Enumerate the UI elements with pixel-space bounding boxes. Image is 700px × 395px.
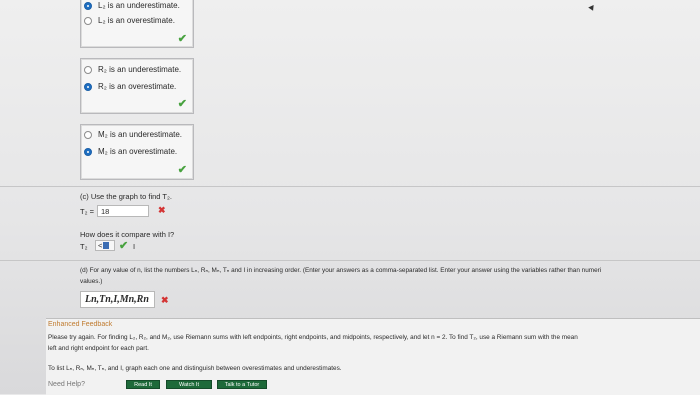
order-answer-input[interactable]: Ln,Tn,I,Mn,Rn bbox=[80, 291, 155, 308]
check-icon: ✔ bbox=[119, 240, 129, 252]
dropdown-icon bbox=[103, 242, 110, 249]
r2-option-underestimate[interactable]: R₂ is an underestimate. bbox=[84, 65, 181, 74]
feedback-line-3: To list Lₙ, Rₙ, Mₙ, Tₙ, and I, graph eac… bbox=[48, 365, 342, 372]
l2-overestimate-label: L₂ is an overestimate. bbox=[98, 16, 175, 25]
l2-option-overestimate[interactable]: L₂ is an overestimate. bbox=[84, 16, 175, 25]
m2-overestimate-radio[interactable] bbox=[84, 147, 92, 156]
page: L₂ is an underestimate. L₂ is an overest… bbox=[0, 0, 700, 395]
r2-overestimate-label: R₂ is an overestimate. bbox=[98, 82, 177, 91]
m2-underestimate-label: M₂ is an underestimate. bbox=[98, 130, 183, 139]
r2-underestimate-radio[interactable] bbox=[84, 65, 92, 74]
incorrect-x-icon: ✖ bbox=[158, 205, 166, 215]
part-c-prompt: (c) Use the graph to find T₂. bbox=[80, 192, 172, 201]
compare-sign: < bbox=[98, 241, 103, 250]
read-it-button[interactable]: Read It bbox=[126, 380, 160, 389]
talk-to-tutor-button[interactable]: Talk to a Tutor bbox=[217, 380, 267, 389]
compare-prompt: How does it compare with I? bbox=[80, 230, 175, 239]
part-d-prompt-cont: values.) bbox=[80, 278, 103, 285]
r2-overestimate-radio[interactable] bbox=[84, 82, 92, 91]
m2-card: M₂ is an underestimate. M₂ is an overest… bbox=[80, 124, 194, 180]
t2-label: T₂ = bbox=[80, 207, 94, 216]
part-d-prompt: (d) For any value of n, list the numbers… bbox=[80, 267, 602, 274]
l2-underestimate-radio[interactable] bbox=[84, 1, 92, 10]
l2-underestimate-label: L₂ is an underestimate. bbox=[98, 1, 180, 10]
check-icon: ✔ bbox=[177, 164, 187, 176]
watch-it-button[interactable]: Watch It bbox=[166, 380, 212, 389]
compare-left-label: T₂ bbox=[80, 242, 88, 251]
section-divider bbox=[0, 260, 700, 261]
m2-underestimate-radio[interactable] bbox=[84, 130, 92, 139]
feedback-line-2: left and right endpoint for each part. bbox=[48, 345, 149, 352]
compare-select[interactable]: < bbox=[95, 240, 115, 251]
t2-input[interactable]: 18 bbox=[97, 205, 149, 217]
r2-option-overestimate[interactable]: R₂ is an overestimate. bbox=[84, 82, 176, 91]
check-icon: ✔ bbox=[177, 33, 187, 45]
feedback-title: Enhanced Feedback bbox=[48, 321, 113, 328]
m2-overestimate-label: M₂ is an overestimate. bbox=[98, 147, 178, 156]
m2-option-overestimate[interactable]: M₂ is an overestimate. bbox=[84, 147, 177, 156]
section-divider bbox=[0, 186, 700, 187]
mouse-cursor-icon bbox=[588, 4, 596, 13]
check-icon: ✔ bbox=[177, 98, 187, 110]
compare-right-label: I bbox=[133, 242, 136, 251]
m2-option-underestimate[interactable]: M₂ is an underestimate. bbox=[84, 130, 182, 139]
l2-option-underestimate[interactable]: L₂ is an underestimate. bbox=[84, 1, 180, 10]
incorrect-x-icon: ✖ bbox=[161, 295, 169, 305]
r2-card: R₂ is an underestimate. R₂ is an overest… bbox=[80, 58, 194, 114]
l2-card: L₂ is an underestimate. L₂ is an overest… bbox=[80, 0, 194, 48]
r2-underestimate-label: R₂ is an underestimate. bbox=[98, 65, 182, 74]
feedback-line-1: Please try again. For finding L₂, R₂, an… bbox=[48, 334, 578, 341]
l2-overestimate-radio[interactable] bbox=[84, 16, 92, 25]
need-help-label: Need Help? bbox=[48, 381, 85, 388]
